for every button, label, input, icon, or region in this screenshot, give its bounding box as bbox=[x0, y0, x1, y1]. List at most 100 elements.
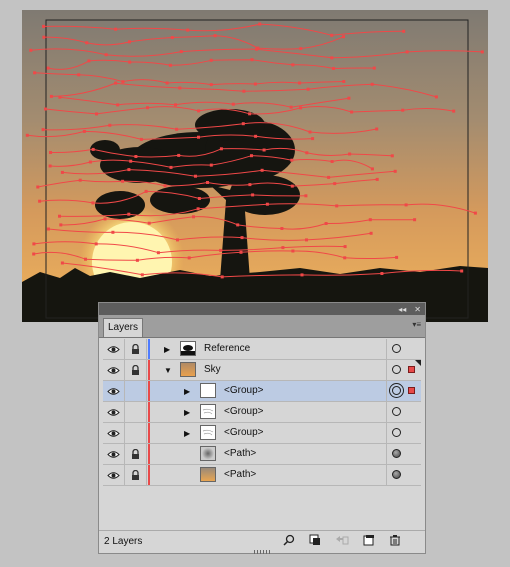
anchor-point[interactable] bbox=[348, 152, 352, 156]
anchor-point[interactable] bbox=[265, 202, 269, 206]
anchor-point[interactable] bbox=[332, 67, 335, 70]
visibility-eye-icon[interactable] bbox=[103, 402, 125, 422]
layer-name[interactable]: <Path> bbox=[224, 469, 256, 480]
anchor-point[interactable] bbox=[88, 160, 92, 164]
anchor-point[interactable] bbox=[192, 215, 195, 219]
lock-icon[interactable] bbox=[125, 360, 147, 380]
selection-indicator[interactable] bbox=[408, 387, 415, 394]
anchor-point[interactable] bbox=[405, 50, 409, 54]
anchor-point[interactable] bbox=[156, 251, 160, 255]
make-clip-mask-icon[interactable] bbox=[309, 534, 321, 546]
target-circle-icon[interactable] bbox=[392, 407, 401, 416]
search-icon[interactable] bbox=[283, 534, 295, 546]
anchor-point[interactable] bbox=[335, 204, 339, 208]
anchor-point[interactable] bbox=[174, 103, 177, 107]
anchor-point[interactable] bbox=[170, 36, 174, 39]
anchor-point[interactable] bbox=[114, 81, 118, 85]
anchor-point[interactable] bbox=[393, 169, 397, 173]
anchor-point[interactable] bbox=[58, 95, 62, 99]
anchor-point[interactable] bbox=[91, 147, 95, 151]
collapse-arrow-icon[interactable]: ▼ bbox=[164, 366, 172, 375]
anchor-point[interactable] bbox=[206, 181, 209, 184]
anchor-point[interactable] bbox=[104, 53, 108, 57]
anchor-point[interactable] bbox=[239, 250, 243, 254]
new-sublayer-icon[interactable] bbox=[363, 534, 375, 546]
anchor-point[interactable] bbox=[169, 165, 173, 169]
layer-row[interactable]: <Path> bbox=[103, 465, 421, 486]
anchor-point[interactable] bbox=[178, 86, 182, 90]
anchor-point[interactable] bbox=[330, 160, 334, 163]
anchor-point[interactable] bbox=[327, 175, 331, 179]
anchor-point[interactable] bbox=[60, 261, 64, 265]
anchor-point[interactable] bbox=[87, 59, 91, 63]
anchor-point[interactable] bbox=[460, 269, 464, 273]
visibility-eye-icon[interactable] bbox=[103, 381, 125, 401]
anchor-point[interactable] bbox=[108, 123, 112, 127]
visibility-eye-icon[interactable] bbox=[103, 360, 125, 380]
anchor-point[interactable] bbox=[231, 102, 235, 106]
anchor-point[interactable] bbox=[144, 189, 148, 193]
anchor-point[interactable] bbox=[240, 236, 244, 240]
anchor-point[interactable] bbox=[330, 33, 334, 37]
anchor-point[interactable] bbox=[473, 211, 477, 215]
anchor-point[interactable] bbox=[58, 214, 61, 218]
anchor-point[interactable] bbox=[168, 63, 172, 67]
anchor-point[interactable] bbox=[127, 212, 131, 216]
anchor-point[interactable] bbox=[480, 50, 484, 54]
anchor-point[interactable] bbox=[250, 58, 254, 62]
close-icon[interactable]: ✕ bbox=[414, 305, 421, 314]
anchor-point[interactable] bbox=[262, 148, 266, 152]
anchor-point[interactable] bbox=[135, 258, 139, 262]
target-circle-icon[interactable] bbox=[392, 470, 401, 479]
anchor-point[interactable] bbox=[380, 272, 384, 275]
anchor-point[interactable] bbox=[25, 133, 29, 137]
anchor-point[interactable] bbox=[116, 103, 120, 107]
anchor-point[interactable] bbox=[219, 248, 223, 252]
layer-name[interactable]: <Group> bbox=[224, 385, 263, 396]
anchor-point[interactable] bbox=[46, 227, 50, 231]
anchor-point[interactable] bbox=[129, 159, 133, 163]
anchor-point[interactable] bbox=[179, 50, 183, 54]
anchor-point[interactable] bbox=[248, 183, 252, 187]
anchor-point[interactable] bbox=[308, 130, 312, 134]
lock-toggle[interactable] bbox=[125, 381, 147, 401]
anchor-point[interactable] bbox=[370, 167, 374, 171]
layer-row[interactable]: ▶ <Group> bbox=[103, 423, 421, 444]
anchor-point[interactable] bbox=[95, 112, 98, 116]
selection-indicator[interactable] bbox=[408, 366, 415, 373]
anchor-point[interactable] bbox=[250, 154, 253, 158]
anchor-point[interactable] bbox=[111, 230, 115, 234]
anchor-point[interactable] bbox=[146, 106, 149, 110]
anchor-point[interactable] bbox=[32, 252, 36, 256]
anchor-point[interactable] bbox=[291, 249, 295, 253]
anchor-point[interactable] bbox=[36, 185, 40, 189]
layer-name[interactable]: Reference bbox=[204, 343, 250, 354]
anchor-point[interactable] bbox=[49, 151, 52, 154]
anchor-point[interactable] bbox=[121, 179, 125, 183]
anchor-point[interactable] bbox=[209, 83, 213, 87]
anchor-point[interactable] bbox=[299, 106, 303, 110]
anchor-point[interactable] bbox=[311, 137, 315, 141]
anchor-point[interactable] bbox=[306, 87, 310, 91]
anchor-point[interactable] bbox=[103, 217, 107, 221]
anchor-point[interactable] bbox=[375, 177, 379, 181]
anchor-point[interactable] bbox=[258, 22, 262, 26]
target-circle-icon[interactable] bbox=[392, 386, 401, 395]
anchor-point[interactable] bbox=[175, 127, 179, 131]
anchor-point[interactable] bbox=[401, 108, 405, 112]
layer-name[interactable]: <Group> bbox=[224, 427, 263, 438]
target-circle-icon[interactable] bbox=[392, 365, 401, 374]
anchor-point[interactable] bbox=[375, 127, 379, 131]
anchor-point[interactable] bbox=[254, 134, 258, 138]
anchor-point[interactable] bbox=[139, 137, 143, 141]
anchor-point[interactable] bbox=[280, 227, 284, 230]
lock-toggle[interactable] bbox=[125, 402, 147, 422]
anchor-point[interactable] bbox=[220, 275, 224, 279]
anchor-point[interactable] bbox=[390, 154, 394, 158]
layer-row[interactable]: ▶ <Group> bbox=[103, 402, 421, 423]
anchor-point[interactable] bbox=[42, 24, 46, 28]
anchor-point[interactable] bbox=[404, 203, 408, 207]
collapse-icon[interactable]: ◂◂ bbox=[398, 305, 406, 314]
anchor-point[interactable] bbox=[304, 194, 308, 198]
anchor-point[interactable] bbox=[299, 47, 303, 51]
